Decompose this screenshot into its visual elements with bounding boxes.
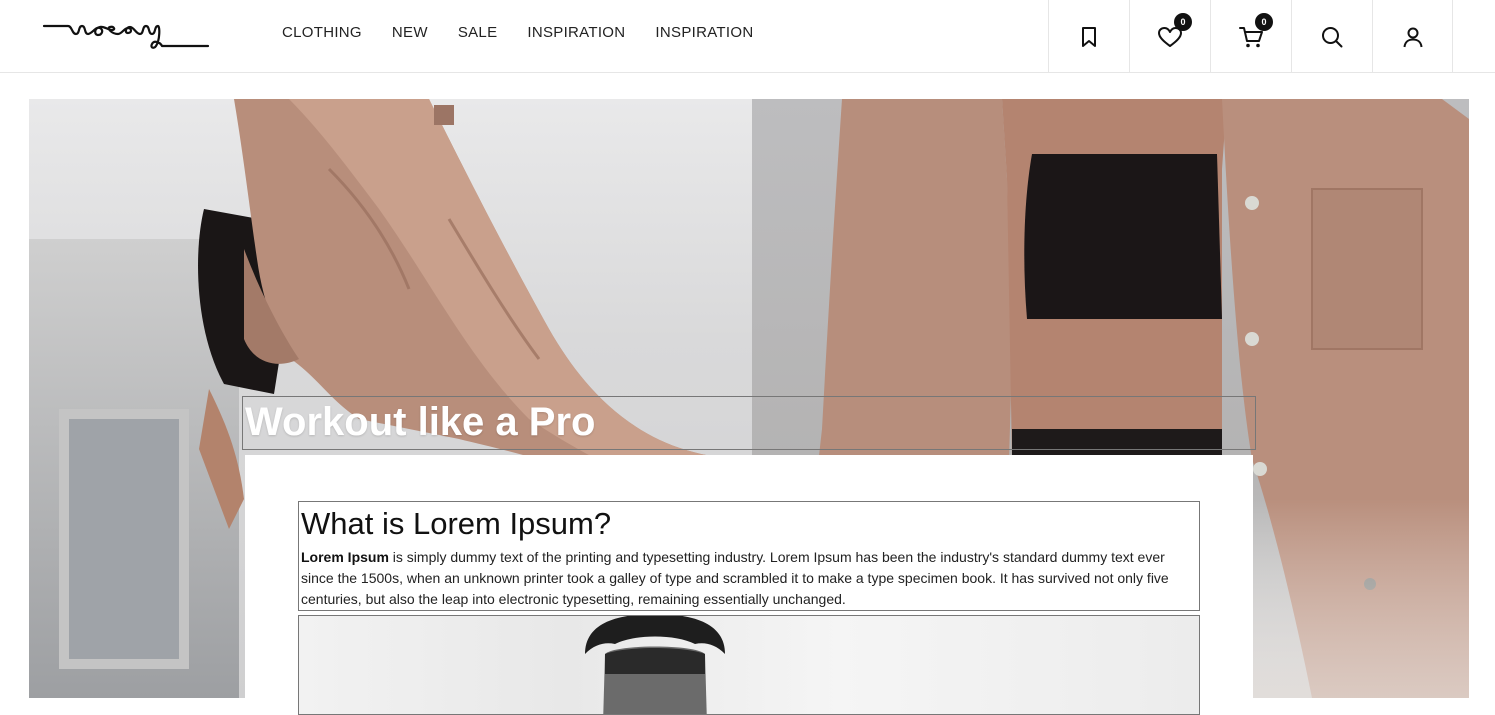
nav-item-sale[interactable]: SALE	[458, 24, 498, 41]
article-title: What is Lorem Ipsum?	[301, 506, 612, 541]
bookmark-button[interactable]	[1048, 0, 1129, 73]
search-icon	[1322, 26, 1343, 47]
nav-item-new[interactable]: NEW	[392, 24, 428, 41]
site-header: CLOTHING NEW SALE INSPIRATION INSPIRATIO…	[0, 0, 1495, 73]
bookmark-icon	[1082, 26, 1096, 47]
article-photo	[298, 615, 1200, 715]
hero-headline: Workout like a Pro	[245, 400, 596, 444]
search-button[interactable]	[1291, 0, 1372, 73]
logo-wordmark	[42, 24, 210, 49]
article-body-text: is simply dummy text of the printing and…	[301, 549, 1169, 607]
nav-item-clothing[interactable]: CLOTHING	[282, 24, 362, 41]
article-body: Lorem Ipsum is simply dummy text of the …	[301, 547, 1197, 610]
wishlist-button[interactable]: 0	[1129, 0, 1210, 73]
cart-button[interactable]: 0	[1210, 0, 1291, 73]
user-icon	[1403, 27, 1422, 47]
wishlist-count-badge: 0	[1174, 13, 1192, 31]
article-block: What is Lorem Ipsum? Lorem Ipsum is simp…	[298, 501, 1200, 611]
nav-item-inspiration-2[interactable]: INSPIRATION	[655, 24, 753, 41]
header-icon-bar: 0 0	[1048, 0, 1453, 73]
article-lead: Lorem Ipsum	[301, 549, 389, 565]
mosey-logo[interactable]	[42, 16, 212, 52]
portrait-illustration	[585, 616, 725, 714]
main-nav: CLOTHING NEW SALE INSPIRATION INSPIRATIO…	[282, 24, 783, 41]
account-button[interactable]	[1372, 0, 1453, 73]
nav-item-inspiration[interactable]: INSPIRATION	[527, 24, 625, 41]
cart-count-badge: 0	[1255, 13, 1273, 31]
